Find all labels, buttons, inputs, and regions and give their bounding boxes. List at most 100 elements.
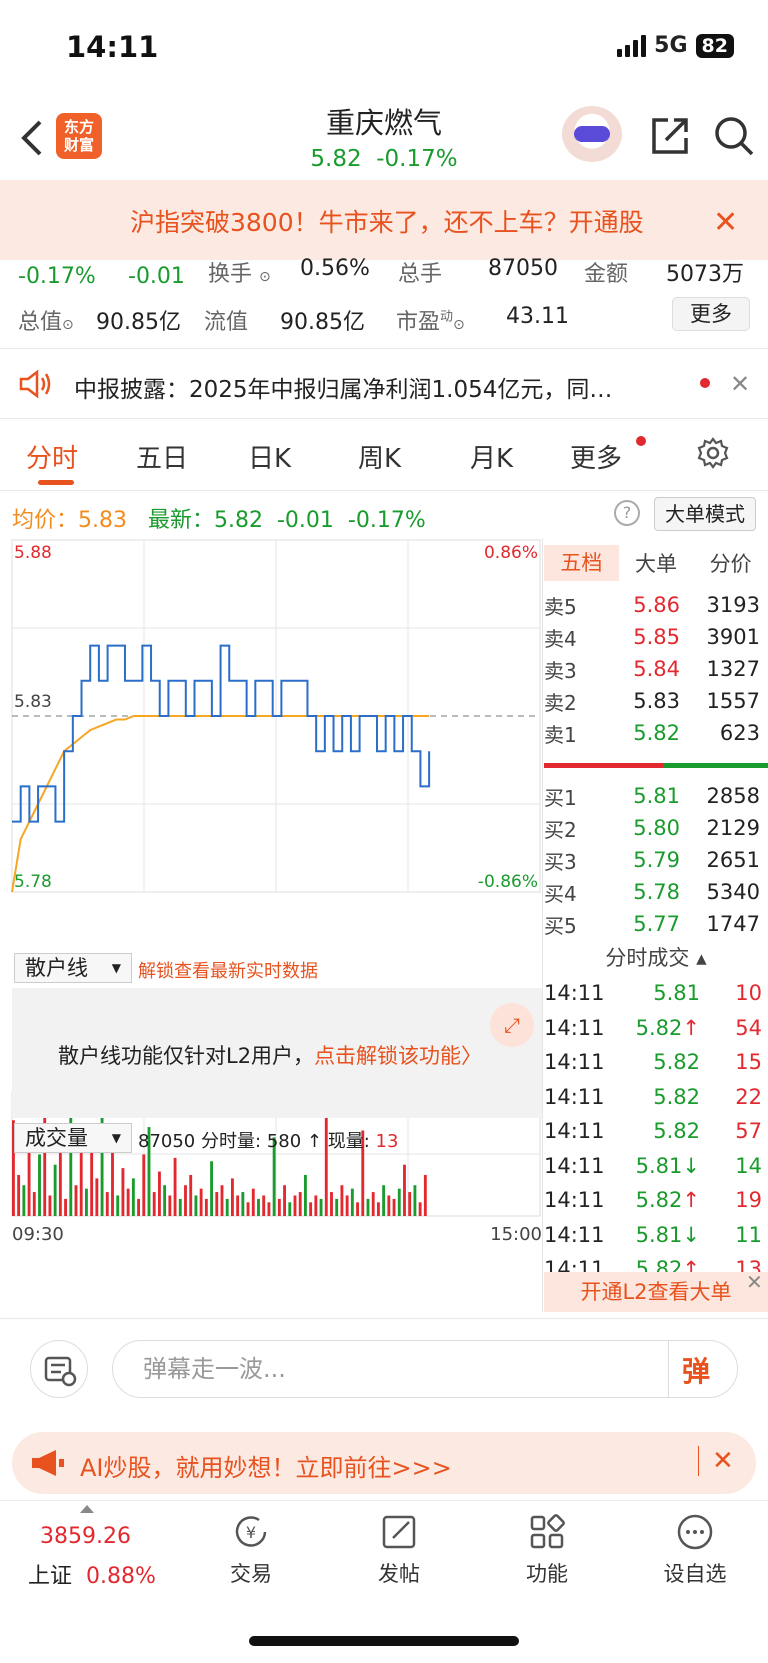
- tick-time: 14:11: [544, 981, 605, 1006]
- settings-gear-icon[interactable]: [696, 436, 730, 470]
- ai-promo-text[interactable]: AI炒股，就用妙想！立即前往>>>: [80, 1448, 452, 1483]
- tick-time: 14:11: [544, 1153, 605, 1178]
- bid-price: 5.78: [633, 880, 680, 904]
- tick-list-header[interactable]: 分时成交 ▴: [544, 940, 768, 976]
- bid-level-label: 买4: [544, 881, 577, 906]
- volume-bar: [163, 1185, 167, 1216]
- bid-ask-ratio-bar: [544, 763, 768, 768]
- time-axis-start: 09:30: [12, 1224, 64, 1245]
- ask-level-label: 卖3: [544, 658, 577, 683]
- volume-bar: [403, 1164, 406, 1216]
- volume-bar: [335, 1198, 339, 1216]
- trade-icon: ¥: [235, 1516, 267, 1547]
- news-ticker-text[interactable]: 中报披露：2025年中报归属净利润1.054亿元，同…: [74, 370, 670, 404]
- nav-add-watchlist[interactable]: 设自选: [650, 1512, 740, 1588]
- tab-more[interactable]: 更多: [570, 438, 622, 475]
- tick-time: 14:11: [544, 1222, 605, 1247]
- volume-bar: [69, 1103, 73, 1216]
- bid-price: 5.80: [633, 816, 680, 840]
- nav-functions[interactable]: 功能: [502, 1512, 592, 1588]
- tick-price: 5.82↑: [635, 1015, 700, 1040]
- volume-bar: [236, 1195, 240, 1216]
- volume-bar: [288, 1202, 292, 1216]
- bid-volume: 2651: [706, 848, 760, 872]
- index-value[interactable]: 3859.26: [40, 1524, 131, 1549]
- comment-list-icon[interactable]: [30, 1340, 88, 1398]
- expand-icon[interactable]: ⤢: [490, 1003, 534, 1047]
- volume-bar: [309, 1202, 313, 1216]
- ask-level-label: 卖5: [544, 594, 577, 619]
- news-close-icon[interactable]: ✕: [730, 370, 750, 398]
- network-label: 5G: [654, 33, 688, 58]
- ask-row: 卖1 5.82 623: [544, 717, 768, 749]
- volume-bar: [22, 1185, 26, 1216]
- help-icon[interactable]: ?: [614, 500, 640, 526]
- tick-row: 14:11 5.81↓ 14: [544, 1149, 768, 1184]
- big-order-mode-button[interactable]: 大单模式: [654, 497, 756, 531]
- volume-bar: [184, 1185, 187, 1216]
- ai-banner-close-icon[interactable]: ✕: [712, 1446, 734, 1476]
- info-icon: ⊙: [453, 317, 465, 333]
- home-indicator: [249, 1636, 519, 1646]
- price-axis-top: 5.88: [14, 543, 52, 563]
- volume-indicator-select[interactable]: 成交量 ▼: [14, 1123, 132, 1153]
- search-icon[interactable]: [712, 114, 756, 158]
- l2-close-icon[interactable]: ✕: [746, 1270, 763, 1294]
- tick-time: 14:11: [544, 1188, 605, 1213]
- ai-assistant-icon[interactable]: [562, 106, 622, 162]
- divider: [698, 1446, 699, 1476]
- tab-five-levels[interactable]: 五档: [544, 545, 619, 581]
- ask-volume: 1557: [706, 689, 760, 713]
- tick-row: 14:11 5.82↑ 54: [544, 1011, 768, 1046]
- mcap-value: 90.85亿: [96, 310, 181, 335]
- open-l2-button[interactable]: 开通L2查看大单: [544, 1272, 768, 1312]
- bid-volume: 2858: [706, 784, 760, 808]
- tab-intraday[interactable]: 分时: [26, 438, 78, 475]
- volume-bar: [84, 1188, 88, 1216]
- tab-big-orders[interactable]: 大单: [619, 548, 694, 578]
- volume-bar: [152, 1192, 156, 1216]
- price-axis-bottom: 5.78: [14, 872, 52, 892]
- bid-price: 5.81: [633, 784, 680, 808]
- mcap-label: 总值⊙: [18, 310, 74, 335]
- bid-volume: 1747: [706, 912, 760, 936]
- volume-bar: [204, 1198, 208, 1216]
- tab-daily-k[interactable]: 日K: [248, 438, 291, 475]
- bid-level-label: 买3: [544, 849, 577, 874]
- nav-trade[interactable]: ¥ 交易: [206, 1512, 296, 1588]
- bid-level-label: 买5: [544, 913, 577, 938]
- tab-price-dist[interactable]: 分价: [693, 548, 768, 578]
- divider: [0, 418, 768, 419]
- volume-bar: [178, 1198, 182, 1216]
- svg-text:¥: ¥: [246, 1523, 256, 1542]
- unlock-realtime-link[interactable]: 解锁查看最新实时数据: [138, 957, 318, 983]
- volume-bar: [157, 1171, 161, 1216]
- danmaku-input[interactable]: 弹幕走一波...: [112, 1340, 738, 1398]
- tick-price: 5.81↓: [635, 1222, 700, 1247]
- index-summary[interactable]: 上证 0.88%: [28, 1558, 156, 1590]
- tick-row: 14:11 5.81↓ 11: [544, 1218, 768, 1253]
- share-icon[interactable]: [648, 114, 692, 158]
- volume-bar: [251, 1188, 255, 1216]
- intraday-chart[interactable]: 5.88 5.83 5.78 0.86% -0.86% 3509 09:30 1…: [0, 536, 544, 1316]
- volume-bar: [189, 1174, 193, 1216]
- promo-close-icon[interactable]: ✕: [713, 205, 738, 240]
- volume-bar: [366, 1198, 370, 1216]
- tab-monthly-k[interactable]: 月K: [470, 438, 513, 475]
- tab-five-day[interactable]: 五日: [136, 438, 188, 475]
- tick-price: 5.82: [653, 1084, 700, 1109]
- megaphone-icon: [32, 1450, 64, 1476]
- notification-dot: [636, 436, 646, 446]
- more-stats-button[interactable]: 更多: [672, 297, 750, 331]
- danmaku-send-button[interactable]: 弹: [682, 1350, 710, 1390]
- tick-volume: 14: [735, 1153, 762, 1178]
- retail-line-select[interactable]: 散户线 ▼: [14, 953, 132, 983]
- promo-banner-text[interactable]: 沪指突破3800！牛市来了，还不上车？开通股: [130, 203, 690, 239]
- divider: [542, 538, 543, 1312]
- volume-bar: [267, 1202, 271, 1216]
- nav-post[interactable]: 发帖: [354, 1512, 444, 1588]
- unlock-feature-link[interactable]: 点击解锁该功能〉: [314, 1044, 482, 1068]
- tab-weekly-k[interactable]: 周K: [358, 438, 401, 475]
- volume-bar: [230, 1178, 234, 1216]
- ask-price: 5.85: [633, 625, 680, 649]
